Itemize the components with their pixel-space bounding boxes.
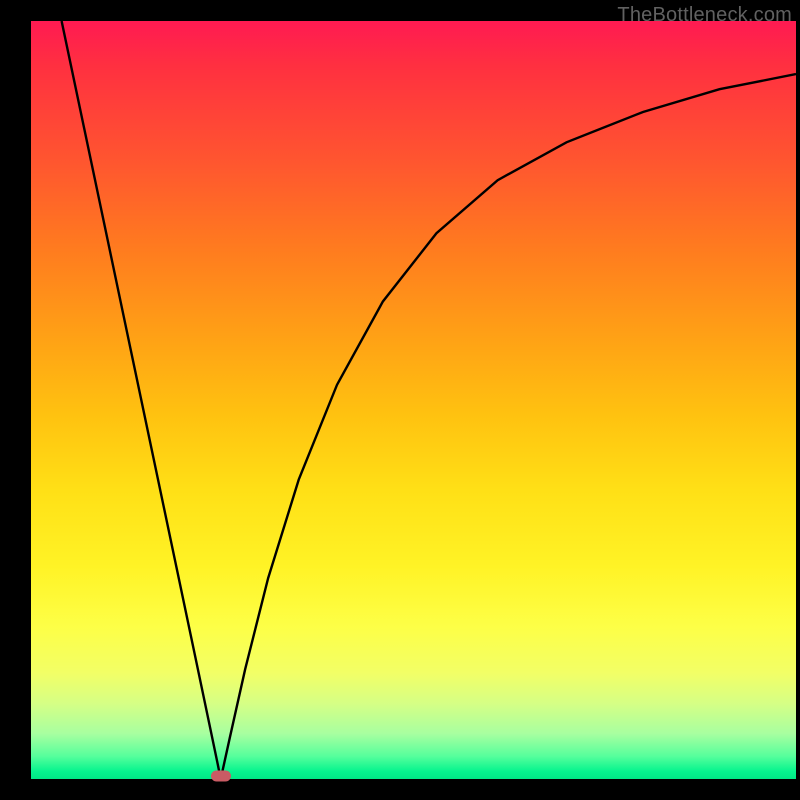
left-branch-curve bbox=[62, 21, 221, 779]
watermark-text: TheBottleneck.com bbox=[617, 4, 792, 27]
minimum-marker bbox=[211, 770, 231, 781]
curve-layer bbox=[31, 21, 796, 779]
chart-frame: TheBottleneck.com bbox=[0, 0, 800, 800]
right-branch-curve bbox=[221, 74, 796, 779]
plot-area bbox=[31, 21, 796, 779]
